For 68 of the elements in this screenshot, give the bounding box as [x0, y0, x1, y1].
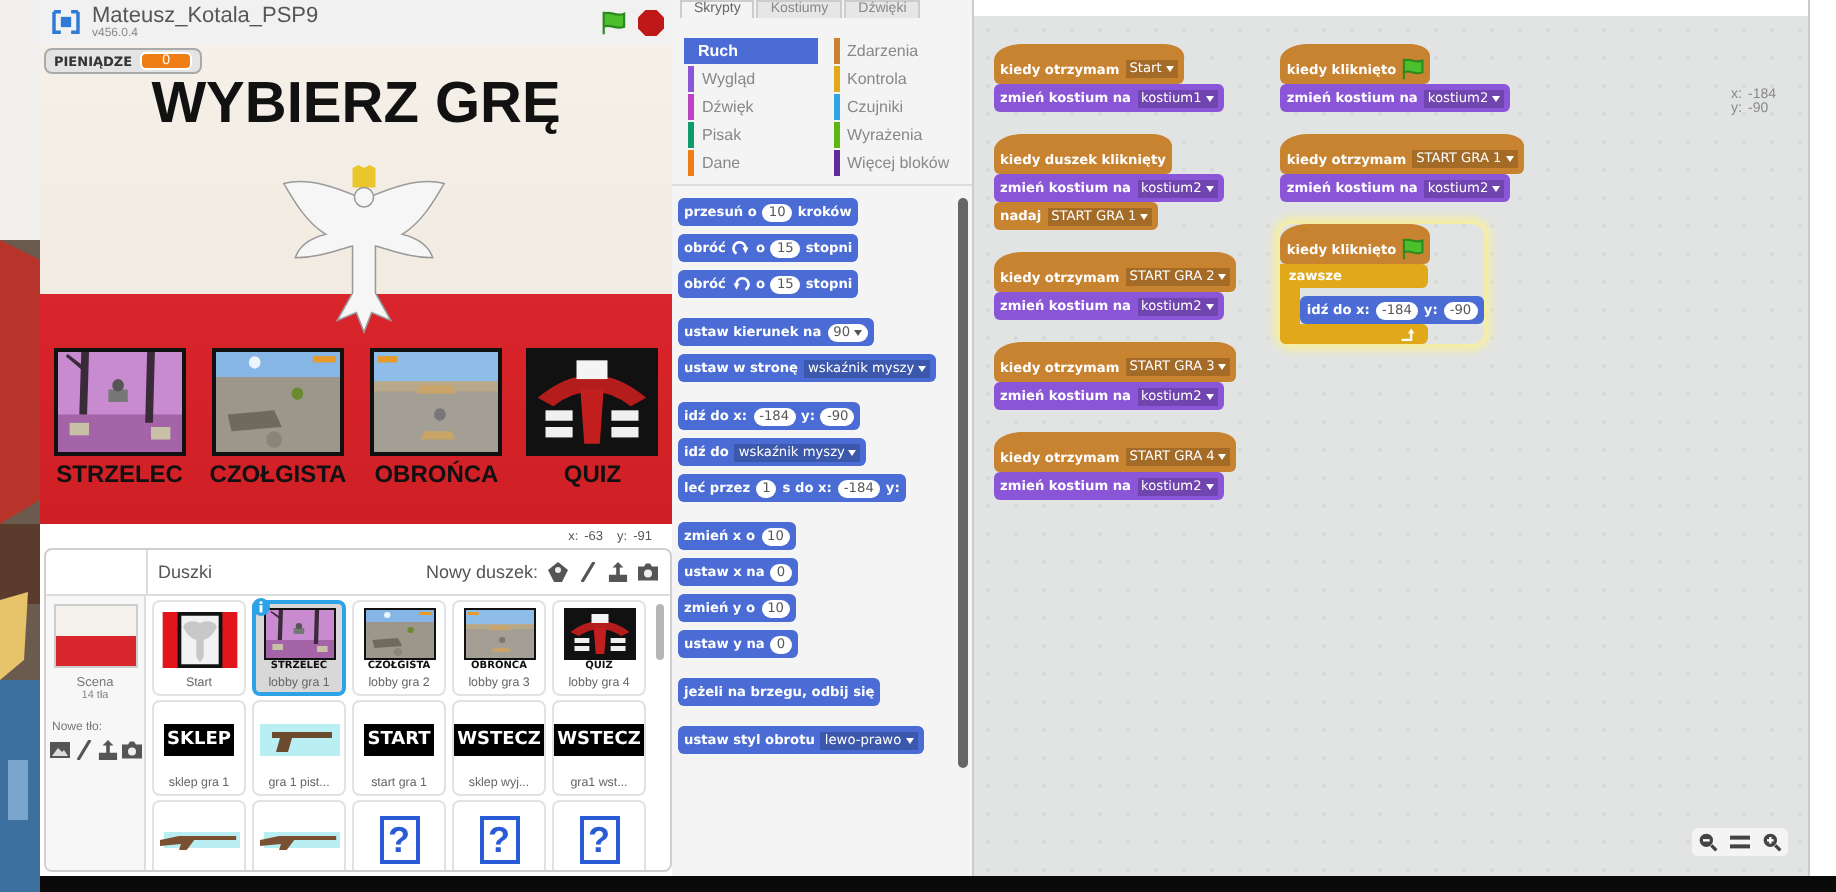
rifle-drawing — [259, 831, 339, 849]
pistol-drawing — [259, 723, 339, 755]
caret-icon — [1165, 66, 1174, 72]
rifle-drawing — [159, 831, 239, 849]
project-title[interactable]: Mateusz_Kotala_PSP9 — [92, 5, 319, 27]
stop-button[interactable] — [638, 9, 664, 35]
script-area[interactable] — [974, 16, 1808, 876]
paint-brush-icon[interactable] — [73, 740, 93, 760]
caret-icon — [1205, 483, 1214, 489]
thumbnail-caption: START — [363, 723, 435, 755]
sprite-tile[interactable] — [252, 800, 346, 870]
sprite-tile[interactable]: ? — [552, 800, 646, 870]
thumbnail-caption: WSTECZ — [453, 723, 545, 755]
thumbnail-caption: WSTECZ — [553, 723, 645, 755]
paint-brush-icon[interactable] — [578, 562, 598, 582]
caret-icon — [854, 329, 863, 335]
zoom-in-icon[interactable] — [1762, 832, 1782, 852]
camera-icon[interactable] — [121, 740, 141, 760]
caret-icon — [1492, 95, 1501, 101]
category-item[interactable]: Pisak — [684, 122, 817, 148]
caret-icon — [905, 737, 914, 743]
start-flag-button[interactable] — [600, 9, 626, 35]
caret-icon — [1140, 213, 1149, 219]
flag-icon — [1402, 238, 1425, 260]
image-icon[interactable] — [49, 740, 69, 760]
loop-arrow-icon — [1400, 327, 1417, 341]
caret-icon — [1205, 303, 1214, 309]
category-item[interactable]: Ruch — [684, 38, 817, 64]
game-label: CZOŁGISTA — [209, 460, 347, 488]
game-label: STRZELEC — [56, 460, 183, 488]
sprite-tile[interactable] — [152, 800, 246, 870]
caret-icon — [1205, 393, 1214, 399]
new-sprite-label: Nowy duszek: — [425, 562, 538, 582]
caret-icon — [1505, 156, 1514, 162]
scrollbar[interactable] — [656, 604, 664, 660]
sprite-tile[interactable]: ? — [452, 800, 546, 870]
rotate-counterclockwise-icon — [731, 275, 750, 293]
stage-thumbnail[interactable] — [53, 604, 137, 668]
upload-icon[interactable] — [97, 740, 117, 760]
zoom-out-icon[interactable] — [1698, 832, 1718, 852]
presentation-mode-icon[interactable] — [52, 10, 80, 34]
question-mark-costume: ? — [379, 816, 419, 864]
eagle-drawing — [161, 611, 237, 667]
rotate-clockwise-icon — [731, 239, 750, 257]
caret-icon — [1492, 185, 1501, 191]
reset-zoom-icon[interactable] — [1730, 832, 1750, 852]
upload-icon[interactable] — [608, 562, 628, 582]
caret-icon — [1218, 364, 1227, 370]
thumbnail-caption: SKLEP — [163, 723, 235, 755]
stage-title: WYBIERZ GRĘ — [151, 72, 561, 138]
scrollbar[interactable] — [958, 198, 968, 768]
sprite-tile[interactable]: ? — [352, 800, 446, 870]
caret-icon — [1205, 185, 1214, 191]
info-icon[interactable] — [252, 598, 270, 616]
game-label: QUIZ — [563, 460, 622, 488]
sprite-library-icon[interactable] — [548, 562, 568, 582]
camera-icon[interactable] — [638, 562, 658, 582]
game-label: OBROŃCA — [374, 460, 499, 488]
caret-icon — [1218, 454, 1227, 460]
question-mark-costume: ? — [479, 816, 519, 864]
flag-icon — [1402, 58, 1425, 80]
caret-icon — [848, 449, 857, 455]
caret-icon — [1218, 274, 1227, 280]
caret-icon — [918, 365, 927, 371]
sprites-heading: Duszki — [158, 562, 215, 582]
question-mark-costume: ? — [579, 816, 619, 864]
category-item[interactable]: Wyrażenia — [829, 122, 962, 148]
caret-icon — [1205, 95, 1214, 101]
